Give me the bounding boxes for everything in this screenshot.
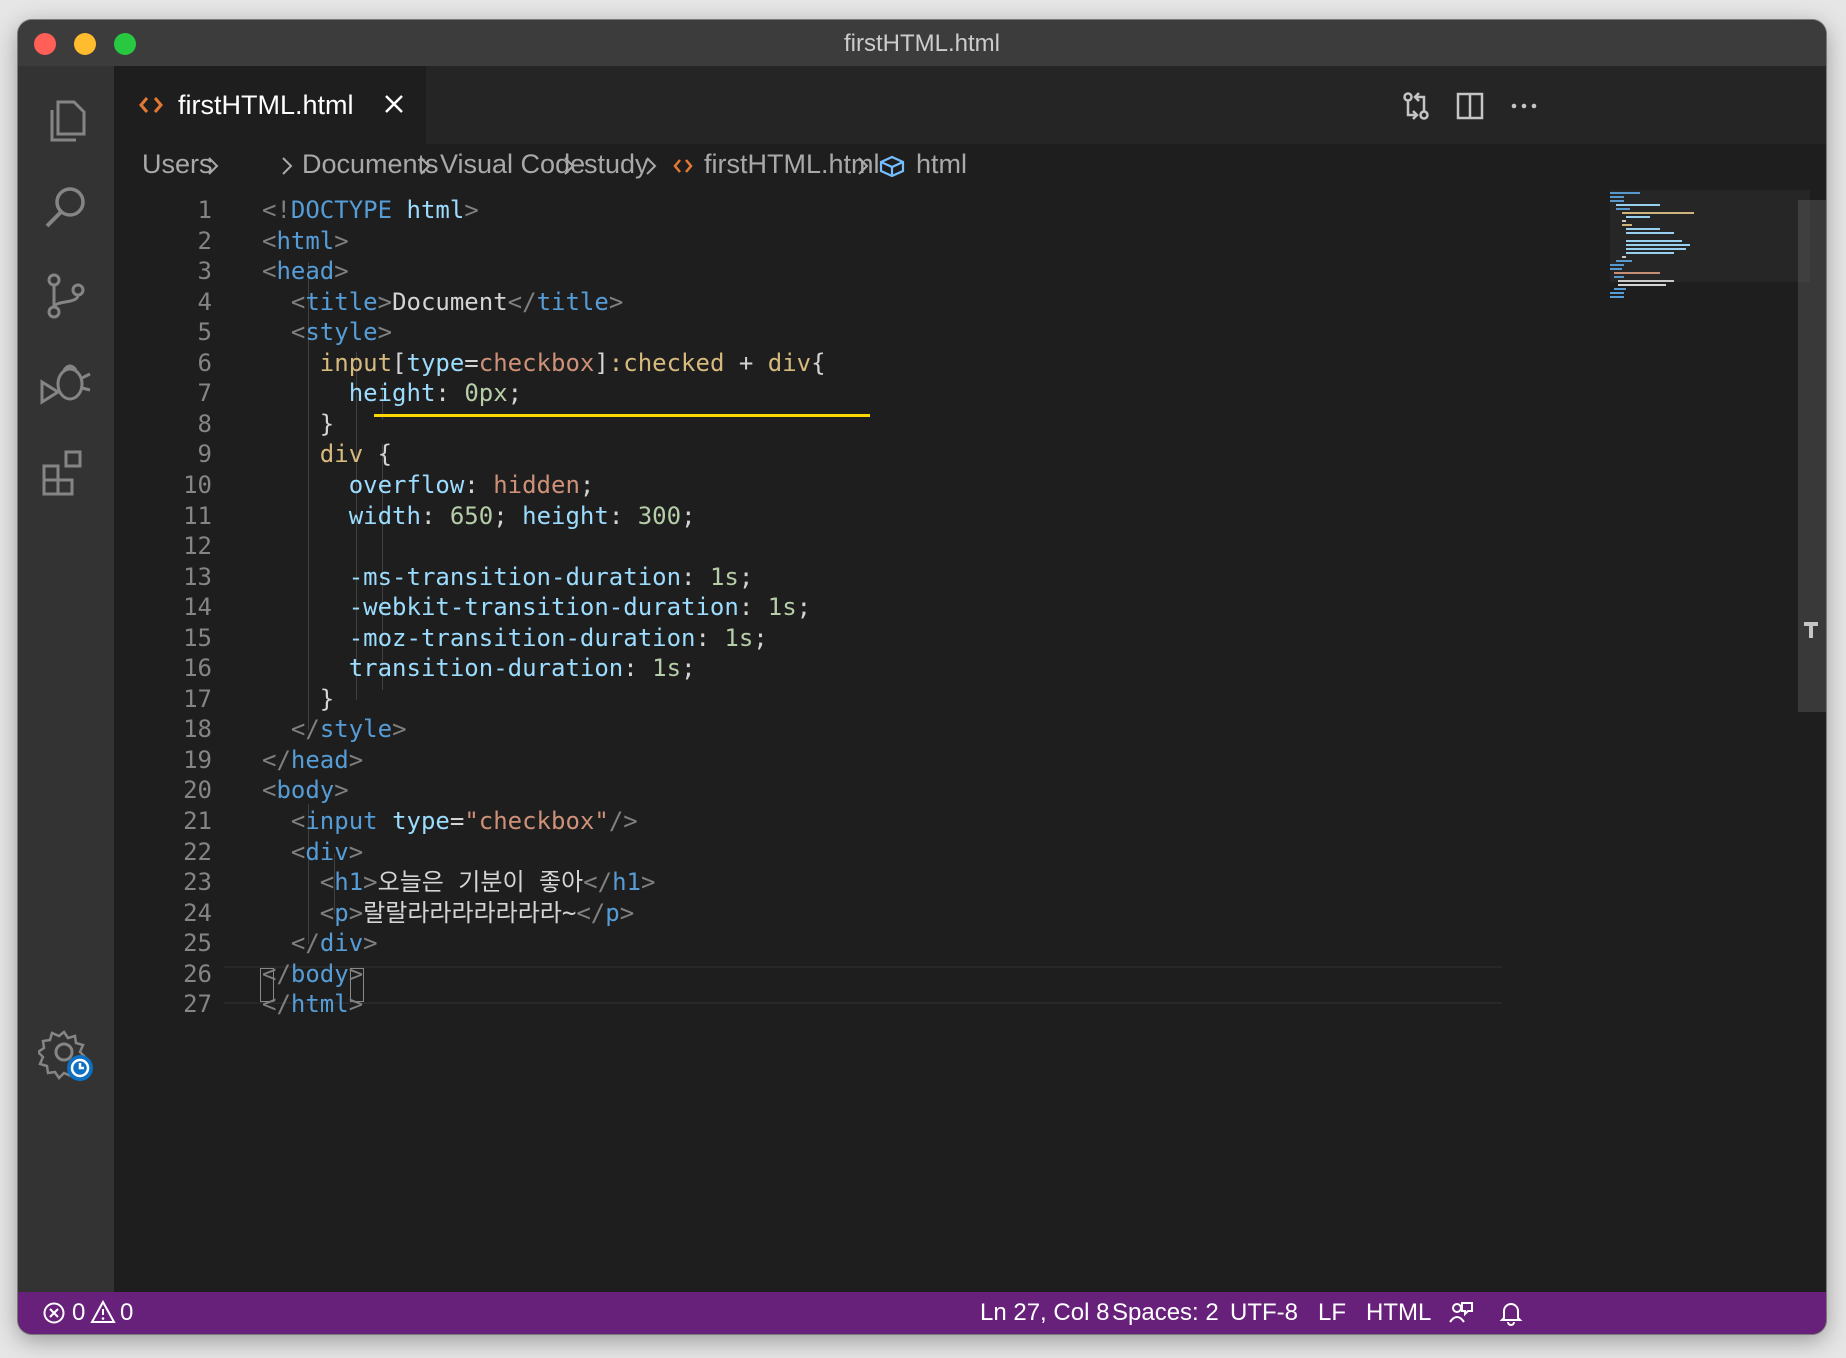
tab-firsthtml[interactable]: firstHTML.html — [114, 66, 427, 144]
html-file-icon — [673, 159, 693, 173]
chevron-right-icon — [564, 157, 575, 175]
breadcrumb-users[interactable]: Users — [142, 149, 213, 180]
error-count[interactable]: 0 — [72, 1299, 85, 1327]
feedback-icon[interactable] — [1448, 1300, 1474, 1326]
chevron-right-icon — [646, 157, 657, 175]
open-changes-icon[interactable] — [1400, 90, 1432, 122]
breadcrumb-file[interactable]: firstHTML.html — [704, 149, 880, 180]
bell-icon[interactable] — [1498, 1300, 1524, 1326]
manage-gear-icon[interactable] — [38, 1026, 98, 1086]
end-of-line[interactable]: LF — [1318, 1299, 1346, 1327]
code-line[interactable]: </html> — [262, 986, 363, 1022]
search-icon[interactable] — [38, 180, 94, 236]
overview-ruler-cursor-icon — [1804, 622, 1818, 638]
explorer-icon[interactable] — [38, 92, 94, 148]
breadcrumb-study[interactable]: study — [584, 149, 649, 180]
code-editor[interactable]: 1 <!DOCTYPE html> 2 <html> 3 <head> 4 <title>D… — [114, 190, 1826, 1292]
more-actions-icon[interactable] — [1508, 90, 1540, 122]
symbol-element-icon — [879, 155, 905, 177]
title-bar: firstHTML.html — [18, 20, 1826, 66]
debug-icon[interactable] — [38, 356, 94, 412]
chevron-right-icon — [858, 157, 869, 175]
activity-bar — [18, 66, 114, 1292]
indentation[interactable]: Spaces: 2 — [1112, 1299, 1219, 1327]
extensions-icon[interactable] — [38, 444, 94, 500]
html-file-icon — [139, 97, 163, 113]
breadcrumb-symbol[interactable]: html — [916, 149, 967, 180]
source-control-icon[interactable] — [38, 268, 94, 324]
warning-squiggle — [374, 414, 870, 417]
vscode-window: firstHTML.html firstHTML.html Users Docu… — [18, 20, 1826, 1334]
chevron-right-icon — [282, 157, 293, 175]
language-mode[interactable]: HTML — [1366, 1299, 1431, 1327]
error-icon[interactable] — [42, 1301, 66, 1325]
current-line-highlight — [224, 966, 1502, 1004]
status-bar: 0 0 Ln 27, Col 8 Spaces: 2 UTF-8 LF HTML — [18, 1292, 1826, 1334]
tab-label: firstHTML.html — [178, 90, 354, 120]
warning-count[interactable]: 0 — [120, 1299, 133, 1327]
line-number: 27 — [183, 990, 212, 1019]
close-icon[interactable] — [382, 92, 406, 116]
minimap-viewport[interactable] — [1610, 190, 1810, 282]
split-editor-icon[interactable] — [1454, 90, 1486, 122]
chevron-right-icon — [420, 157, 431, 175]
chevron-right-icon — [208, 157, 219, 175]
code-line[interactable]: width: 650; height: 300; — [262, 498, 696, 534]
cursor-position[interactable]: Ln 27, Col 8 — [980, 1299, 1109, 1327]
window-title: firstHTML.html — [844, 30, 1000, 57]
encoding[interactable]: UTF-8 — [1230, 1299, 1298, 1327]
breadcrumb: Users Documents Visual Code study firstH… — [114, 144, 1544, 190]
tab-bar: firstHTML.html — [114, 66, 1826, 144]
warning-icon[interactable] — [90, 1300, 116, 1324]
